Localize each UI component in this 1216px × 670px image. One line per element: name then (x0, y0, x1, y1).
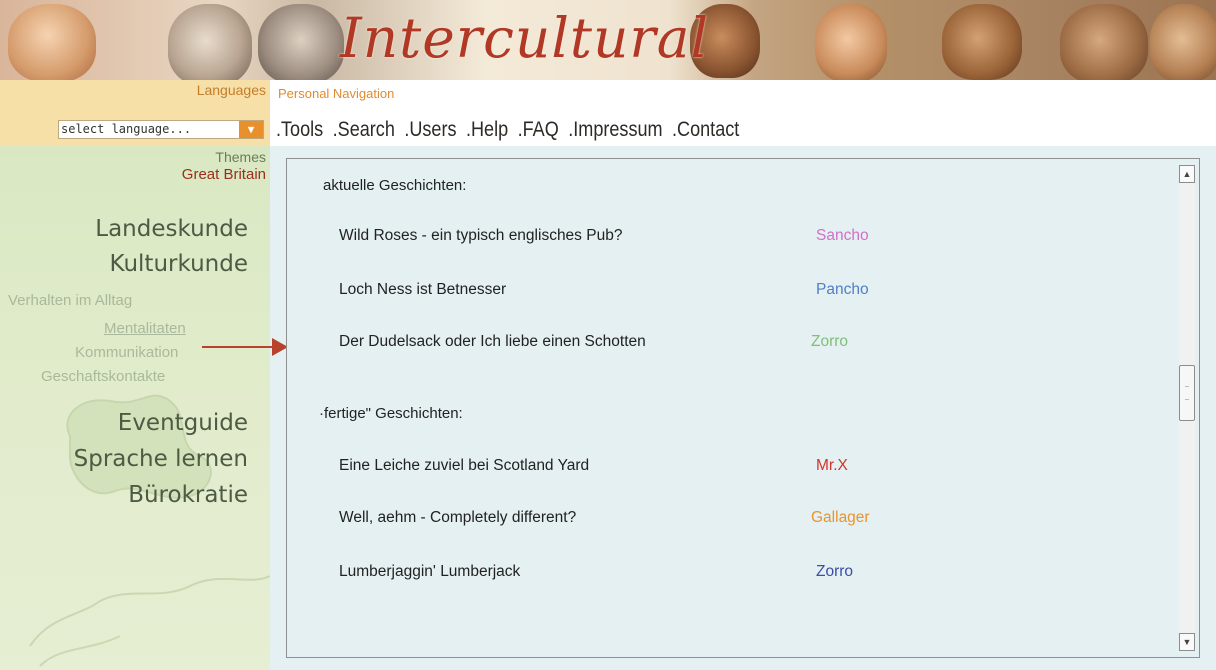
banner: Intercultural (0, 0, 1216, 80)
story-author-link[interactable]: Zorro (816, 563, 853, 581)
story-title-link[interactable]: Wild Roses - ein typisch englisches Pub? (339, 227, 622, 245)
languages-label: Languages (196, 82, 266, 98)
chevron-down-icon[interactable]: ▼ (239, 121, 263, 138)
story-title-link[interactable]: Well, aehm - Completely different? (339, 509, 576, 527)
finished-stories-heading: ·fertige" Geschichten: (319, 405, 463, 422)
language-select-value: select language... (61, 122, 192, 136)
nav-verhalten-im-alltag[interactable]: Verhalten im Alltag (8, 292, 132, 309)
face-photo (942, 4, 1022, 80)
nav-kulturkunde[interactable]: Kulturkunde (110, 251, 248, 277)
story-title-link[interactable]: Lumberjaggin' Lumberjack (339, 563, 520, 581)
stories-panel: aktuelle Geschichten: Wild Roses - ein t… (286, 158, 1200, 658)
top-menu: .Tools .Search .Users .Help .FAQ .Impres… (276, 118, 739, 142)
face-photo (258, 4, 344, 80)
nav-eventguide[interactable]: Eventguide (118, 410, 248, 436)
language-select[interactable]: select language... ▼ (58, 120, 264, 139)
sidebar: Themes Great Britain Landeskunde Kulturk… (0, 146, 270, 670)
current-stories-heading: aktuelle Geschichten: (323, 177, 467, 194)
scroll-down-icon[interactable]: ▼ (1179, 633, 1195, 651)
nav-mentalitaten[interactable]: Mentalitaten (104, 320, 186, 337)
story-title-link[interactable]: Loch Ness ist Betnesser (339, 281, 506, 299)
menu-users[interactable]: .Users (404, 118, 456, 142)
scroll-grip (1185, 386, 1189, 400)
menu-impressum[interactable]: .Impressum (568, 118, 662, 142)
scroll-thumb[interactable] (1179, 365, 1195, 421)
face-photo (815, 4, 887, 80)
menu-help[interactable]: .Help (466, 118, 508, 142)
story-author-link[interactable]: Mr.X (816, 457, 848, 475)
story-author-link[interactable]: Pancho (816, 281, 869, 299)
personal-navigation-label: Personal Navigation (278, 86, 395, 101)
face-photo (1150, 4, 1216, 80)
story-title-link[interactable]: Eine Leiche zuviel bei Scotland Yard (339, 457, 589, 475)
scroll-up-icon[interactable]: ▲ (1179, 165, 1195, 183)
nav-sprache-lernen[interactable]: Sprache lernen (74, 446, 248, 472)
menu-search[interactable]: .Search (333, 118, 395, 142)
arrow-right-icon (202, 338, 288, 356)
vertical-scrollbar[interactable]: ▲ ▼ (1179, 165, 1195, 651)
site-logo-text: Intercultural (340, 6, 710, 70)
language-panel: Languages select language... ▼ (0, 80, 270, 146)
menu-contact[interactable]: .Contact (672, 118, 739, 142)
themes-label: Themes (215, 149, 266, 165)
nav-landeskunde[interactable]: Landeskunde (95, 216, 248, 242)
region-label: Great Britain (181, 166, 266, 183)
story-author-link[interactable]: Gallager (811, 509, 870, 527)
story-title-link[interactable]: Der Dudelsack oder Ich liebe einen Schot… (339, 333, 646, 351)
menu-tools[interactable]: .Tools (276, 118, 323, 142)
menu-faq[interactable]: .FAQ (518, 118, 559, 142)
face-photo (1060, 4, 1148, 80)
nav-kommunikation[interactable]: Kommunikation (75, 344, 178, 361)
face-photo (8, 4, 96, 80)
nav-geschaftskontakte[interactable]: Geschaftskontakte (41, 368, 165, 385)
story-author-link[interactable]: Zorro (811, 333, 848, 351)
story-author-link[interactable]: Sancho (816, 227, 869, 245)
nav-burokratie[interactable]: Bürokratie (128, 482, 248, 508)
face-photo (168, 4, 252, 80)
